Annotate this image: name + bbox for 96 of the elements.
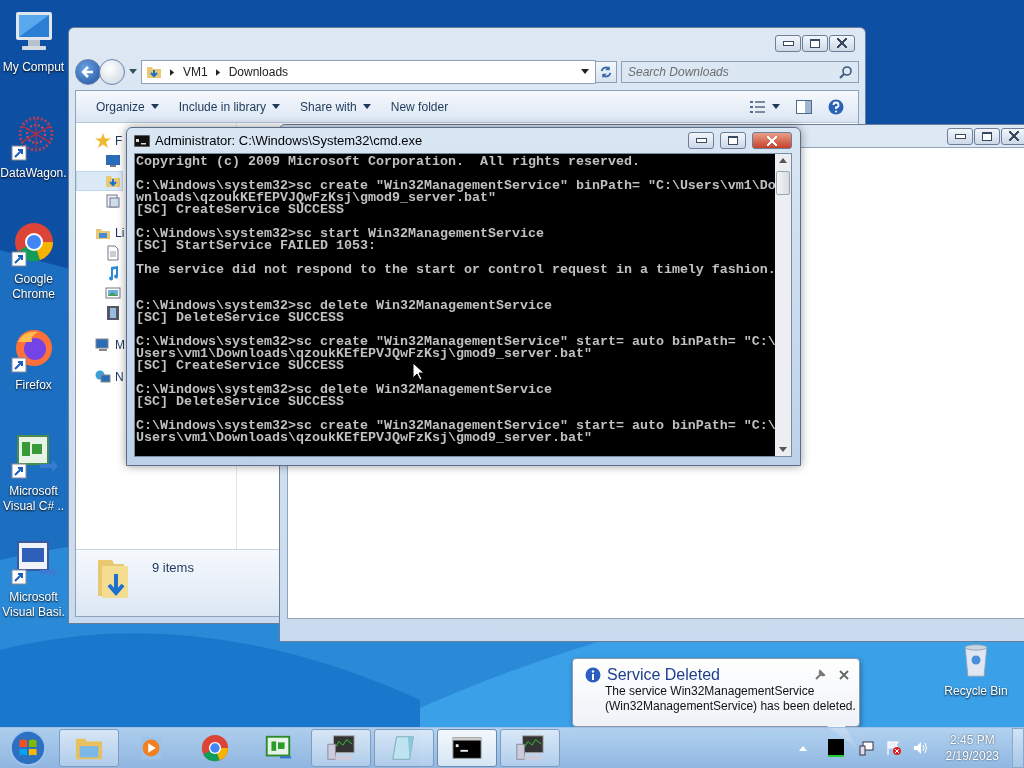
star-icon bbox=[95, 133, 111, 149]
close-button[interactable] bbox=[752, 132, 792, 149]
console-line: wnloads\qzoukKEfEPVJQwFzKsj\gmod9_server.bat" bbox=[136, 192, 496, 204]
nav-label: M bbox=[115, 338, 125, 352]
address-bar[interactable]: VM1 Downloads bbox=[141, 60, 596, 84]
nav-label: Li bbox=[115, 226, 125, 240]
console-line: [SC] CreateService SUCCESS bbox=[136, 204, 344, 216]
item-count: 9 items bbox=[152, 560, 194, 575]
taskbar-button[interactable] bbox=[437, 729, 497, 767]
network-icon[interactable] bbox=[858, 740, 875, 756]
forward-button[interactable] bbox=[99, 59, 125, 85]
wrench-icon[interactable] bbox=[814, 669, 826, 681]
search-field[interactable]: Search Downloads bbox=[621, 61, 859, 83]
nav-item[interactable]: M bbox=[76, 335, 127, 355]
maximize-button[interactable] bbox=[720, 132, 746, 149]
scrollbar[interactable] bbox=[775, 154, 791, 456]
virtual-machine-icon bbox=[515, 733, 545, 763]
console-line: C:\Windows\system32>sc create "Win32ManagementService" start= auto binPath= "C:\ bbox=[136, 420, 775, 432]
scroll-thumb[interactable] bbox=[776, 171, 790, 195]
desktop-shortcut[interactable]: Microsoft Visual C# .. bbox=[0, 432, 67, 530]
console-line: [SC] StartService FAILED 1053: bbox=[136, 240, 376, 252]
toolbar-button[interactable]: Include in library bbox=[170, 96, 289, 117]
minimize-button[interactable] bbox=[775, 34, 801, 52]
nav-item[interactable]: Li bbox=[76, 223, 127, 243]
refresh-button[interactable] bbox=[595, 61, 617, 83]
nav-item[interactable]: F bbox=[76, 131, 125, 151]
toolbar-button[interactable]: New folder bbox=[382, 96, 457, 117]
caret-icon bbox=[581, 69, 589, 75]
caret-icon bbox=[772, 104, 780, 109]
flag-icon[interactable] bbox=[885, 740, 902, 756]
nav-item[interactable] bbox=[76, 171, 123, 191]
notification-title: Service Deleted bbox=[607, 666, 720, 684]
back-arrow-icon bbox=[80, 64, 96, 80]
scroll-down-icon[interactable] bbox=[779, 447, 787, 452]
info-icon bbox=[585, 667, 601, 683]
maximize-button[interactable] bbox=[802, 34, 828, 52]
console-icon bbox=[134, 134, 150, 147]
nav-label: N bbox=[115, 370, 124, 384]
scroll-up-icon[interactable] bbox=[779, 158, 787, 163]
nav-label: F bbox=[115, 134, 123, 148]
document-icon bbox=[105, 245, 121, 261]
toolbar-button[interactable]: Organize bbox=[88, 96, 167, 117]
network-icon bbox=[95, 369, 111, 385]
console-line: [SC] DeleteService SUCCESS bbox=[136, 312, 344, 324]
caret-icon bbox=[129, 69, 137, 75]
console-line: C:\Windows\system32>sc create "Win32ManagementService" start= auto binPath= "C:\ bbox=[136, 336, 775, 348]
downloads-folder-icon bbox=[146, 64, 162, 80]
notification-message: The service Win32ManagementService (Win32ManagementService) has been deleted. bbox=[604, 684, 857, 714]
desktop-shortcut[interactable]: Firefox bbox=[0, 326, 67, 424]
mouse-pointer-icon bbox=[412, 362, 424, 381]
minimize-button[interactable] bbox=[688, 132, 714, 149]
nav-item[interactable]: N bbox=[76, 367, 126, 387]
chrome-icon bbox=[200, 733, 230, 763]
minimize-button[interactable] bbox=[947, 127, 973, 145]
console-line: [SC] DeleteService SUCCESS bbox=[136, 396, 344, 408]
console-line: Users\vm1\Downloads\qzoukKEfEPVJQwFzKsj\gmod9_server.bat" bbox=[136, 432, 592, 444]
breadcrumb-item[interactable]: VM1 bbox=[183, 65, 208, 79]
clock-date: 2/19/2023 bbox=[945, 748, 999, 764]
desktop-shortcut[interactable]: DataWagon. bbox=[0, 114, 67, 212]
console-line: C:\Windows\system32>sc start Win32ManagementService bbox=[136, 228, 544, 240]
help-icon bbox=[828, 98, 844, 115]
maximize-button[interactable] bbox=[974, 127, 1000, 145]
chevron-icon bbox=[215, 68, 221, 76]
virtual-machine-icon bbox=[326, 733, 356, 763]
console-line: Copyright (c) 2009 Microsoft Corporation. All rights reserved. bbox=[136, 156, 640, 168]
toolbar-button[interactable]: Share with bbox=[292, 96, 379, 117]
console-tray-icon[interactable] bbox=[827, 739, 844, 757]
computer-icon bbox=[95, 337, 111, 353]
console-line: C:\Windows\system32>sc create "Win32ManagementService" binPath= "C:\Users\vm1\Do bbox=[136, 180, 775, 192]
search-icon[interactable] bbox=[839, 65, 853, 79]
recent-places-icon bbox=[105, 193, 121, 209]
list-view-icon bbox=[750, 100, 766, 113]
console-line: The service did not respond to the start or control request in a timely fashion. bbox=[136, 264, 775, 276]
console-line: Users\vm1\Downloads\qzoukKEfEPVJQwFzKsj\gmod9_server.bat" bbox=[136, 348, 592, 360]
window-title: Administrator: C:\Windows\System32\cmd.exe bbox=[155, 133, 423, 148]
desktop-shortcut[interactable]: My Comput bbox=[0, 8, 67, 106]
clock-time: 2:45 PM bbox=[949, 732, 995, 748]
desktop-shortcut[interactable]: Google Chrome bbox=[0, 220, 67, 318]
console-line: C:\Windows\system32>sc delete Win32ManagementService bbox=[136, 300, 552, 312]
downloads-folder-icon bbox=[105, 173, 121, 189]
back-button[interactable] bbox=[75, 59, 101, 85]
taskbar-button[interactable] bbox=[500, 729, 560, 767]
close-icon[interactable] bbox=[838, 669, 850, 681]
film-icon bbox=[105, 305, 121, 321]
console-line: [SC] CreateService SUCCESS bbox=[136, 360, 344, 372]
breadcrumb-item[interactable]: Downloads bbox=[228, 65, 289, 79]
close-button[interactable] bbox=[1001, 127, 1024, 145]
console-line: C:\Windows\system32>sc delete Win32ManagementService bbox=[136, 384, 552, 396]
preview-pane-icon bbox=[796, 99, 812, 114]
desktop-icon bbox=[105, 153, 121, 169]
picture-icon bbox=[105, 285, 121, 301]
refresh-icon bbox=[599, 65, 613, 79]
taskbar-button[interactable] bbox=[311, 729, 371, 767]
close-button[interactable] bbox=[829, 34, 855, 52]
chevron-icon bbox=[170, 68, 175, 76]
desktop-shortcut[interactable]: Microsoft Visual Basi. bbox=[0, 538, 67, 636]
